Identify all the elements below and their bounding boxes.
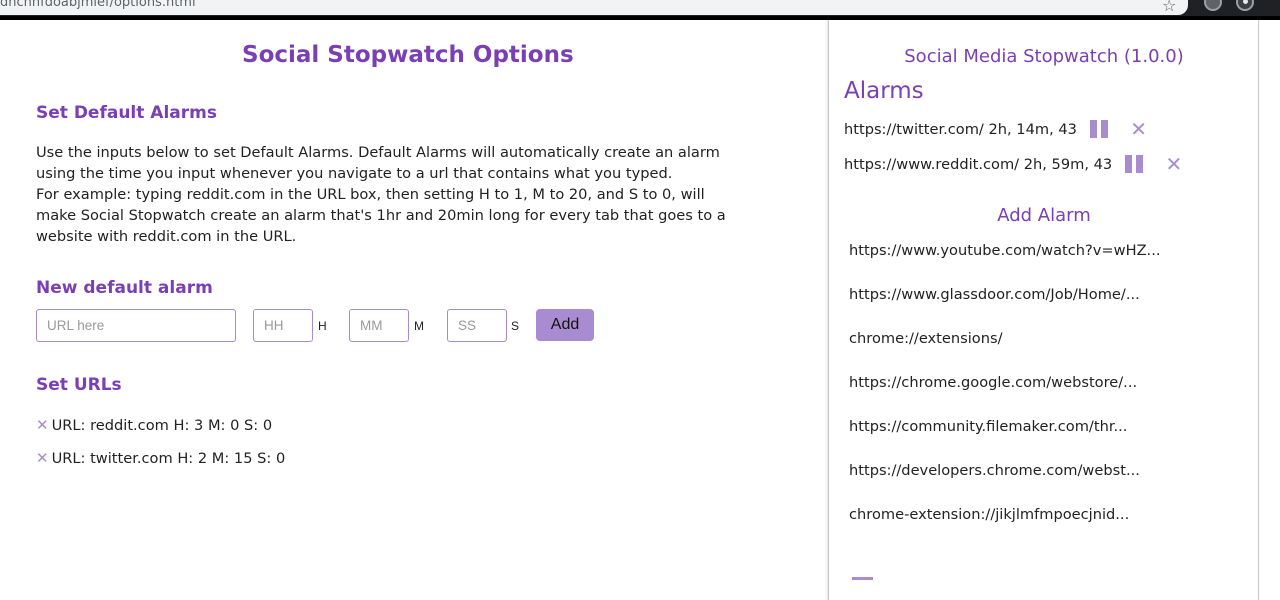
add-button[interactable]: Add [536, 309, 594, 341]
alarms-heading: Alarms [844, 78, 924, 104]
hours-input[interactable]: HH [253, 309, 313, 342]
minutes-input[interactable]: MM [349, 309, 409, 342]
address-bar[interactable]: dhcnhfdoabjmlef/options.html [0, 0, 1188, 15]
url-input[interactable]: URL here [36, 309, 236, 342]
set-urls-heading: Set URLs [36, 375, 122, 395]
add-alarm-heading: Add Alarm [997, 205, 1091, 226]
page-title: Social Stopwatch Options [242, 42, 574, 68]
browser-toolbar: dhcnhfdoabjmlef/options.html ☆ [0, 0, 1280, 16]
seconds-unit-label: S [511, 319, 520, 333]
description: Use the inputs below to set Default Alar… [36, 142, 736, 247]
default-alarms-heading: Set Default Alarms [36, 103, 217, 123]
extension-icon[interactable] [1204, 0, 1222, 11]
list-item-label: URL: reddit.com H: 3 M: 0 S: 0 [51, 417, 273, 434]
hours-unit-label: H [318, 319, 327, 333]
alarm-label: https://www.reddit.com/ 2h, 59m, 43 [844, 155, 1113, 173]
remove-icon[interactable]: ✕ [36, 416, 49, 434]
list-item: ✕ URL: reddit.com H: 3 M: 0 S: 0 [36, 416, 272, 434]
list-item-label: URL: twitter.com H: 2 M: 15 S: 0 [51, 450, 286, 467]
alarm-label: https://twitter.com/ 2h, 14m, 43 [844, 120, 1077, 138]
tab-list-item[interactable]: chrome://extensions/ [849, 330, 1239, 347]
tab-list-item[interactable]: https://chrome.google.com/webstore/... [849, 374, 1239, 391]
new-alarm-form: URL here HH H MM M SS S Add [36, 309, 736, 343]
tab-list-item[interactable]: chrome-extension://jikjlmfmpoecjnid... [849, 506, 1239, 523]
alarm-row: https://www.reddit.com/ 2h, 59m, 43 ✕ [844, 154, 1182, 177]
alarm-row: https://twitter.com/ 2h, 14m, 43 ✕ [844, 119, 1147, 142]
description-paragraph-1: Use the inputs below to set Default Alar… [36, 144, 720, 182]
seconds-input[interactable]: SS [447, 309, 507, 342]
description-paragraph-2: For example: typing reddit.com in the UR… [36, 186, 726, 245]
address-url[interactable]: dhcnhfdoabjmlef/options.html [0, 0, 196, 10]
bookmark-star-icon[interactable]: ☆ [1162, 0, 1176, 15]
profile-avatar-icon[interactable] [1236, 0, 1254, 11]
tab-list-item[interactable]: https://www.youtube.com/watch?v=wHZ... [849, 242, 1239, 259]
list-item: ✕ URL: twitter.com H: 2 M: 15 S: 0 [36, 449, 285, 467]
minus-icon[interactable] [852, 577, 873, 580]
popup-title: Social Media Stopwatch (1.0.0) [904, 46, 1184, 67]
tab-list-item[interactable]: https://community.filemaker.com/thr... [849, 418, 1239, 435]
new-alarm-heading: New default alarm [36, 278, 213, 298]
pause-icon[interactable] [1124, 155, 1145, 173]
close-icon[interactable]: ✕ [1165, 154, 1182, 174]
close-icon[interactable]: ✕ [1130, 119, 1147, 139]
pause-icon[interactable] [1089, 120, 1110, 138]
tab-list-item[interactable]: https://www.glassdoor.com/Job/Home/... [849, 286, 1239, 303]
extension-popup: Social Media Stopwatch (1.0.0) Alarms ht… [828, 20, 1259, 600]
remove-icon[interactable]: ✕ [36, 449, 49, 467]
tab-list-item[interactable]: https://developers.chrome.com/webst... [849, 462, 1239, 479]
minutes-unit-label: M [414, 319, 424, 333]
